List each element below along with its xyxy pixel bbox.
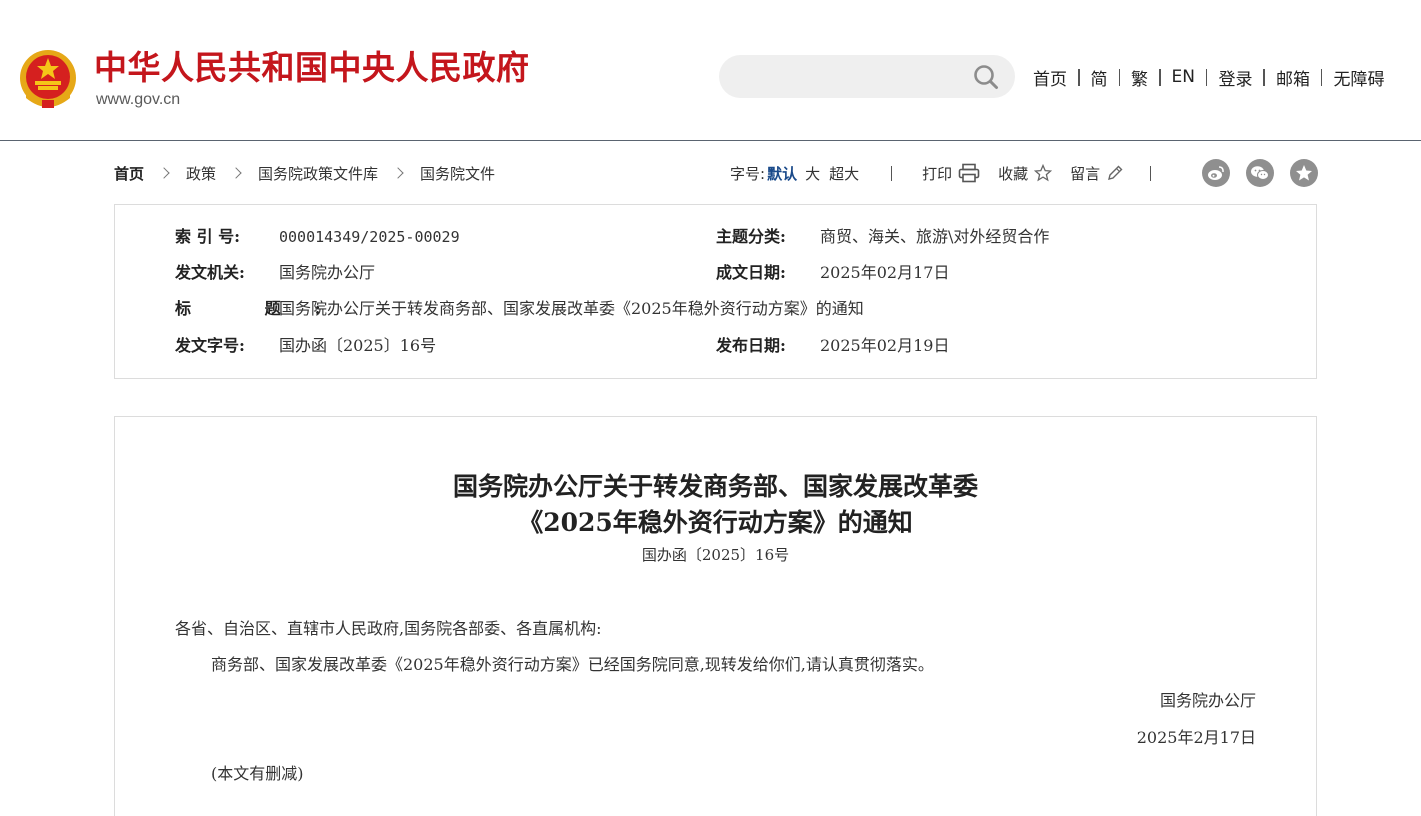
site-url[interactable]: www.gov.cn <box>96 90 180 110</box>
chevron-right-icon <box>230 167 242 179</box>
issuer-value: 国务院办公厅 <box>279 263 376 282</box>
nav-separator <box>1263 68 1265 86</box>
article-signer: 国务院办公厅 <box>1159 691 1256 710</box>
search-icon[interactable] <box>973 64 999 90</box>
qzone-star-icon <box>1296 165 1312 181</box>
article-title-line-1: 国务院办公厅关于转发商务部、国家发展改革委 <box>452 472 978 501</box>
print-button[interactable]: 打印 <box>922 163 980 184</box>
nav-separator <box>1320 68 1323 86</box>
nav-login[interactable]: 登录 <box>1218 65 1252 90</box>
nav-separator <box>1159 68 1161 86</box>
wechat-icon <box>1251 166 1269 180</box>
star-icon <box>1034 164 1053 182</box>
printer-icon <box>958 163 980 183</box>
article-body: 国务院办公厅关于转发商务部、国家发展改革委 《2025年稳外资行动方案》的通知 … <box>114 416 1317 816</box>
index-number-label: 索 引 号: <box>175 227 241 246</box>
doc-number-value: 国办函〔2025〕16号 <box>279 336 437 355</box>
nav-separator <box>1205 68 1208 86</box>
issuer-label: 发文机关: <box>175 263 245 282</box>
pencil-icon <box>1108 165 1123 180</box>
meta-row-issuer: 发文机关: 国务院办公厅 成文日期: 2025年02月17日 <box>115 261 1316 285</box>
chevron-right-icon <box>392 167 404 179</box>
article-title: 国务院办公厅关于转发商务部、国家发展改革委 《2025年稳外资行动方案》的通知 <box>115 469 1316 541</box>
document-meta-box: 索 引 号: 000014349/2025-00029 主题分类: 商贸、海关、… <box>114 204 1317 379</box>
nav-traditional[interactable]: 繁 <box>1131 65 1148 90</box>
nav-home[interactable]: 首页 <box>1033 65 1067 90</box>
nav-simplified[interactable]: 简 <box>1091 65 1108 90</box>
font-size-large-button[interactable]: 大 <box>805 163 820 184</box>
tools-divider <box>1150 165 1152 181</box>
wechat-share-button[interactable] <box>1246 159 1274 187</box>
meta-row-index: 索 引 号: 000014349/2025-00029 主题分类: 商贸、海关、… <box>115 225 1316 249</box>
meta-row-title: 标 题: 国务院办公厅关于转发商务部、国家发展改革委《2025年稳外资行动方案》… <box>115 297 1316 321</box>
share-buttons <box>1202 159 1334 187</box>
breadcrumb-bar: 首页 政策 国务院政策文件库 国务院文件 字号: 默认 大 超大 打印 收藏 留… <box>114 158 1318 188</box>
article-addressee: 各省、自治区、直辖市人民政府,国务院各部委、各直属机构: <box>175 619 602 638</box>
weibo-share-button[interactable] <box>1202 159 1230 187</box>
meta-row-docno: 发文字号: 国办函〔2025〕16号 发布日期: 2025年02月19日 <box>115 334 1316 358</box>
article-title-line-2: 《2025年稳外资行动方案》的通知 <box>518 508 913 537</box>
qzone-share-button[interactable] <box>1290 159 1318 187</box>
site-header: 中华人民共和国中央人民政府 www.gov.cn 首页 简 繁 EN 登录 邮箱… <box>0 0 1421 141</box>
font-size-label: 字号: <box>730 164 766 183</box>
written-date-label: 成文日期: <box>716 263 786 282</box>
top-nav: 首页 简 繁 EN 登录 邮箱 无障碍 <box>1033 62 1384 92</box>
favorite-button[interactable]: 收藏 <box>998 163 1053 184</box>
topic-label: 主题分类: <box>716 227 786 246</box>
nav-separator <box>1078 68 1080 86</box>
nav-accessibility[interactable]: 无障碍 <box>1333 65 1384 90</box>
search-input[interactable] <box>719 55 1015 98</box>
weibo-icon <box>1208 166 1224 180</box>
index-number-value: 000014349/2025-00029 <box>279 228 460 246</box>
title-value: 国务院办公厅关于转发商务部、国家发展改革委《2025年稳外资行动方案》的通知 <box>279 299 864 318</box>
nav-english[interactable]: EN <box>1172 67 1195 87</box>
breadcrumb-policy[interactable]: 政策 <box>186 163 216 184</box>
font-size-default-button[interactable]: 默认 <box>767 163 797 184</box>
print-label: 打印 <box>922 164 953 183</box>
font-size-xlarge-button[interactable]: 超大 <box>829 163 859 184</box>
article-doc-number: 国办函〔2025〕16号 <box>641 546 790 564</box>
favorite-label: 收藏 <box>998 164 1029 183</box>
doc-number-label: 发文字号: <box>175 336 245 355</box>
breadcrumb-state-council-docs[interactable]: 国务院文件 <box>420 163 495 184</box>
breadcrumb-home[interactable]: 首页 <box>114 163 144 184</box>
comment-button[interactable]: 留言 <box>1070 163 1124 184</box>
national-emblem-icon[interactable] <box>18 48 78 110</box>
breadcrumb: 首页 政策 国务院政策文件库 国务院文件 <box>114 158 495 188</box>
article-date: 2025年2月17日 <box>1136 728 1256 747</box>
nav-separator <box>1118 68 1120 86</box>
article-note: (本文有删减) <box>211 764 304 783</box>
chevron-right-icon <box>158 167 170 179</box>
article-paragraph: 商务部、国家发展改革委《2025年稳外资行动方案》已经国务院同意,现转发给你们,… <box>211 655 934 674</box>
breadcrumb-policy-library[interactable]: 国务院政策文件库 <box>258 163 378 184</box>
comment-label: 留言 <box>1070 164 1101 183</box>
written-date-value: 2025年02月17日 <box>820 263 950 282</box>
site-name[interactable]: 中华人民共和国中央人民政府 <box>94 48 530 88</box>
article-tools: 字号: 默认 大 超大 打印 收藏 留言 <box>730 158 1152 188</box>
tools-divider <box>891 165 893 181</box>
publish-date-value: 2025年02月19日 <box>820 336 950 355</box>
topic-value: 商贸、海关、旅游\对外经贸合作 <box>820 227 1050 246</box>
publish-date-label: 发布日期: <box>716 336 786 355</box>
nav-mail[interactable]: 邮箱 <box>1276 65 1310 90</box>
